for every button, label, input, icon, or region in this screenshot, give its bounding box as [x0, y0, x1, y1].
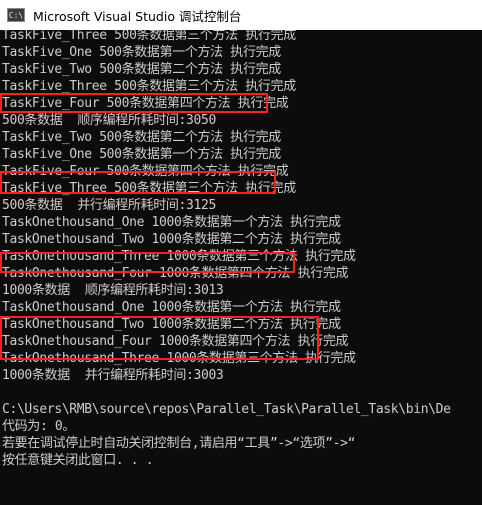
console-line: TaskFive_Two 500条数据第二个方法 执行完成: [2, 62, 281, 77]
console-line: TaskFive_One 500条数据第一个方法 执行完成: [2, 147, 281, 162]
console-line: TaskOnethousand_One 1000条数据第一个方法 执行完成: [2, 300, 341, 315]
highlight-box-1000-sequential: [0, 252, 295, 273]
highlight-box-1000-parallel: [0, 316, 319, 360]
console-line: 500条数据 顺序编程所耗时间:3050: [2, 113, 216, 128]
console-line: 1000条数据 并行编程所耗时间:3003: [2, 368, 224, 383]
console-line: TaskFive_Three 500条数据第三个方法 执行完成: [2, 30, 296, 43]
console-line: TaskOnethousand_Two 1000条数据第二个方法 执行完成: [2, 232, 341, 247]
console-line: 500条数据 并行编程所耗时间:3125: [2, 198, 216, 213]
window-titlebar[interactable]: C:\ Microsoft Visual Studio 调试控制台: [0, 0, 482, 30]
console-line: 1000条数据 顺序编程所耗时间:3013: [2, 283, 224, 298]
console-line: TaskFive_Two 500条数据第二个方法 执行完成: [2, 130, 281, 145]
console-line: C:\Users\RMB\source\repos\Parallel_Task\…: [2, 402, 451, 417]
console-line: TaskOnethousand_One 1000条数据第一个方法 执行完成: [2, 215, 341, 230]
console-line: 代码为: 0。: [2, 419, 76, 434]
highlight-box-500-parallel: [0, 171, 276, 194]
console-line: 若要在调试停止时自动关闭控制台,请启用“工具”->“选项”->“: [2, 436, 356, 451]
console-line: 按任意键关闭此窗口. . .: [2, 453, 154, 468]
highlight-box-500-sequential: [0, 93, 268, 113]
console-line: TaskFive_One 500条数据第一个方法 执行完成: [2, 45, 281, 60]
window-title: Microsoft Visual Studio 调试控制台: [33, 8, 242, 24]
console-app-icon: C:\: [7, 8, 25, 22]
